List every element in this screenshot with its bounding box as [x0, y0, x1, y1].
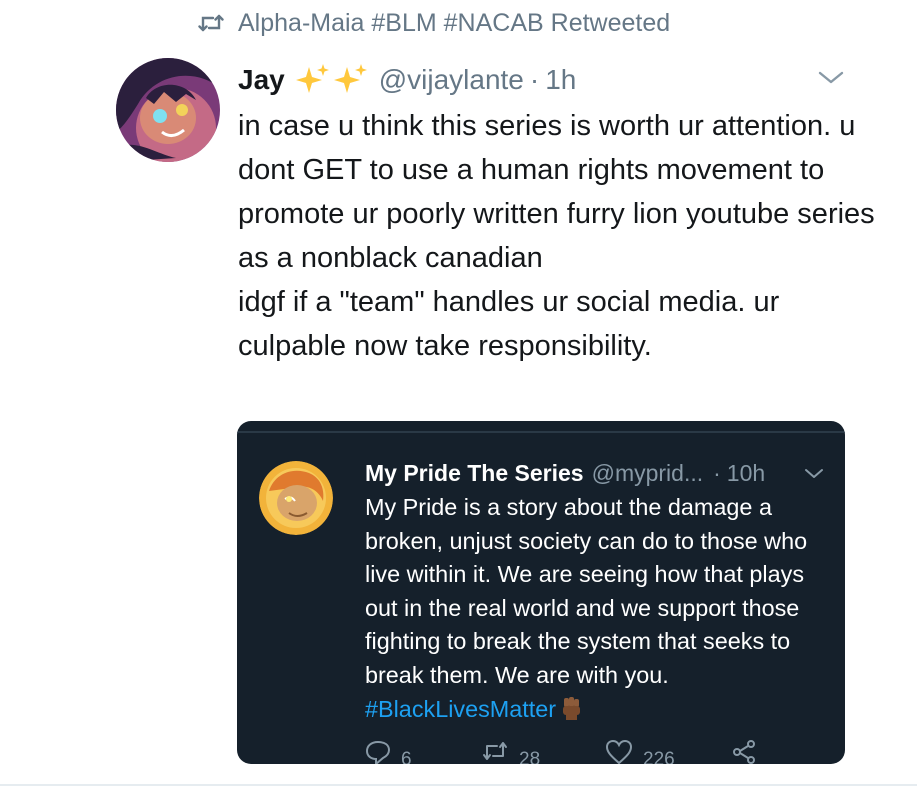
tweet-timestamp[interactable]: 1h	[545, 64, 576, 96]
quoted-tweet-card[interactable]: My Pride The Series @myprid... · 10h My …	[237, 421, 845, 764]
retweeter-label[interactable]: Alpha-Maia #BLM #NACAB Retweeted	[238, 9, 670, 38]
retweet-icon	[198, 12, 224, 34]
raised-fist-icon	[560, 696, 582, 730]
sparkles-icon	[295, 63, 369, 97]
quoted-tweet-timestamp[interactable]: 10h	[727, 460, 765, 487]
share-button[interactable]	[731, 739, 757, 764]
reply-icon	[365, 739, 391, 764]
quoted-tweet-body: My Pride is a story about the damage a b…	[365, 494, 808, 688]
retweet-context[interactable]: Alpha-Maia #BLM #NACAB Retweeted	[198, 6, 670, 40]
quoted-tweet-text: My Pride is a story about the damage a b…	[365, 491, 825, 729]
tweet-text: in case u think this series is worth ur …	[238, 104, 878, 368]
reply-count: 6	[401, 749, 412, 764]
author-handle[interactable]: @vijaylante	[379, 64, 524, 96]
author-avatar[interactable]	[116, 58, 220, 162]
quoted-author-name[interactable]: My Pride The Series	[365, 460, 584, 487]
chevron-down-icon[interactable]	[816, 64, 846, 90]
reply-button[interactable]: 6	[365, 739, 412, 764]
tweet-actions: 6 28 226	[365, 739, 825, 764]
hashtag-link[interactable]: #BlackLivesMatter	[365, 696, 556, 722]
share-icon	[731, 739, 757, 764]
quoted-author-avatar[interactable]	[259, 461, 333, 535]
like-count: 226	[643, 749, 675, 764]
quoted-author-handle[interactable]: @myprid...	[592, 460, 704, 487]
quoted-tweet-header: My Pride The Series @myprid... · 10h	[365, 455, 765, 491]
heart-icon	[605, 739, 633, 764]
quoted-header-separator: ·	[713, 459, 721, 486]
tweet-text-line: in case u think this series is worth ur …	[238, 110, 875, 274]
retweet-button[interactable]: 28	[481, 739, 540, 764]
tweet-text-line: idgf if a "team" handles ur social media…	[238, 286, 780, 362]
divider	[237, 431, 845, 433]
like-button[interactable]: 226	[605, 739, 675, 764]
author-name[interactable]: Jay	[238, 64, 285, 96]
header-separator: ·	[529, 64, 540, 95]
tweet-header: Jay @vijaylante · 1h	[238, 58, 576, 102]
retweet-count: 28	[519, 749, 541, 764]
retweet-icon	[481, 739, 509, 764]
chevron-down-icon[interactable]	[803, 465, 825, 483]
